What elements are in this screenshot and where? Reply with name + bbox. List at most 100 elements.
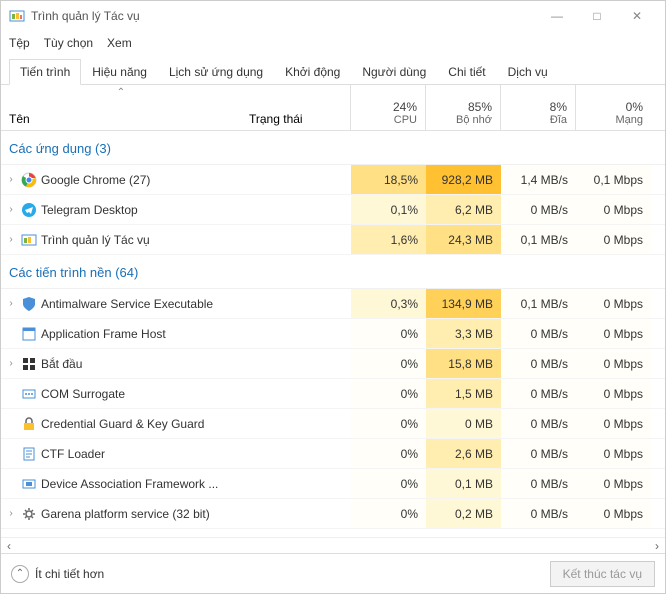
column-disk[interactable]: 8% Đĩa xyxy=(501,85,576,130)
expander-icon[interactable]: › xyxy=(5,204,17,215)
memory-cell: 3,3 MB xyxy=(426,319,501,348)
disk-cell: 0 MB/s xyxy=(501,499,576,528)
scroll-right-icon[interactable]: › xyxy=(655,539,659,553)
memory-cell: 15,8 MB xyxy=(426,349,501,378)
disk-cell: 0 MB/s xyxy=(501,439,576,468)
disk-cell: 1,4 MB/s xyxy=(501,165,576,194)
expander-icon[interactable]: › xyxy=(5,298,17,309)
process-row[interactable]: ›Telegram Desktop0,1%6,2 MB0 MB/s0 Mbps xyxy=(1,195,665,225)
close-button[interactable]: ✕ xyxy=(617,2,657,30)
process-name-cell: COM Surrogate xyxy=(1,386,241,402)
column-status-label: Trạng thái xyxy=(249,112,303,126)
process-row[interactable]: ›Bắt đầu0%15,8 MB0 MB/s0 Mbps xyxy=(1,349,665,379)
horizontal-scrollbar[interactable]: ‹ › xyxy=(1,537,665,553)
disk-cell: 0 MB/s xyxy=(501,195,576,224)
process-name: COM Surrogate xyxy=(41,387,241,401)
disk-cell: 0 MB/s xyxy=(501,409,576,438)
gear-icon xyxy=(21,506,37,522)
process-name-cell: ›Telegram Desktop xyxy=(1,202,241,218)
network-cell: 0 Mbps xyxy=(576,499,651,528)
process-name-cell: Credential Guard & Key Guard xyxy=(1,416,241,432)
column-status[interactable]: Trạng thái xyxy=(241,85,351,130)
cpu-cell: 0,1% xyxy=(351,195,426,224)
device-icon xyxy=(21,476,37,492)
process-row[interactable]: ›Antimalware Service Executable0,3%134,9… xyxy=(1,289,665,319)
column-network[interactable]: 0% Mạng xyxy=(576,85,651,130)
column-cpu[interactable]: 24% CPU xyxy=(351,85,426,130)
disk-percent: 8% xyxy=(550,100,567,114)
column-name-label: Tên xyxy=(9,112,30,126)
network-cell: 0 Mbps xyxy=(576,319,651,348)
expander-icon[interactable]: › xyxy=(5,508,17,519)
minimize-button[interactable]: — xyxy=(537,2,577,30)
footer: ⌃ Ít chi tiết hơn Kết thúc tác vụ xyxy=(1,553,665,593)
chrome-icon xyxy=(21,172,37,188)
process-row[interactable]: ›Google Chrome (27)18,5%928,2 MB1,4 MB/s… xyxy=(1,165,665,195)
titlebar: Trình quản lý Tác vụ — □ ✕ xyxy=(1,1,665,31)
memory-label: Bộ nhớ xyxy=(456,114,492,126)
window-title: Trình quản lý Tác vụ xyxy=(31,9,537,23)
process-row[interactable]: Credential Guard & Key Guard0%0 MB0 MB/s… xyxy=(1,409,665,439)
group-header-background: Các tiến trình nền (64) xyxy=(1,255,665,289)
tab-startup[interactable]: Khởi động xyxy=(274,59,351,84)
process-name: Antimalware Service Executable xyxy=(41,297,241,311)
menu-options[interactable]: Tùy chọn xyxy=(44,36,93,50)
memory-cell: 2,6 MB xyxy=(426,439,501,468)
scroll-left-icon[interactable]: ‹ xyxy=(7,539,11,553)
network-cell: 0 Mbps xyxy=(576,439,651,468)
memory-cell: 1,5 MB xyxy=(426,379,501,408)
menu-view[interactable]: Xem xyxy=(107,36,132,50)
network-cell: 0 Mbps xyxy=(576,289,651,318)
process-row[interactable]: ›Garena platform service (32 bit)0%0,2 M… xyxy=(1,499,665,529)
maximize-button[interactable]: □ xyxy=(577,2,617,30)
process-name-cell: › Google Chrome (27) xyxy=(1,172,241,188)
fewer-details-toggle[interactable]: ⌃ Ít chi tiết hơn xyxy=(11,565,104,583)
group-header-apps: Các ứng dụng (3) xyxy=(1,131,665,165)
process-row[interactable]: Device Association Framework ...0%0,1 MB… xyxy=(1,469,665,499)
process-name: Garena platform service (32 bit) xyxy=(41,507,241,521)
process-name: Google Chrome (27) xyxy=(41,173,241,187)
expander-icon[interactable]: › xyxy=(5,234,17,245)
ctf-icon xyxy=(21,446,37,462)
tab-app-history[interactable]: Lịch sử ứng dụng xyxy=(158,59,274,84)
column-memory[interactable]: 85% Bộ nhớ xyxy=(426,85,501,130)
cpu-percent: 24% xyxy=(393,100,417,114)
telegram-icon xyxy=(21,202,37,218)
tab-processes[interactable]: Tiến trình xyxy=(9,59,81,85)
taskmgr-icon xyxy=(21,232,37,248)
process-name-cell: › Antimalware Service Executable xyxy=(1,296,241,312)
network-cell: 0,1 Mbps xyxy=(576,165,651,194)
tabbar: Tiến trình Hiệu năng Lịch sử ứng dụng Kh… xyxy=(1,55,665,85)
cpu-cell: 0% xyxy=(351,379,426,408)
window-controls: — □ ✕ xyxy=(537,2,657,30)
process-row[interactable]: COM Surrogate0%1,5 MB0 MB/s0 Mbps xyxy=(1,379,665,409)
column-name[interactable]: ⌃ Tên xyxy=(1,85,241,130)
sort-caret-icon: ⌃ xyxy=(117,87,125,98)
expander-icon[interactable]: › xyxy=(5,358,17,369)
expander-icon[interactable]: › xyxy=(5,174,17,185)
cred-icon xyxy=(21,416,37,432)
cpu-cell: 0% xyxy=(351,439,426,468)
end-task-button[interactable]: Kết thúc tác vụ xyxy=(550,561,655,587)
disk-cell: 0,1 MB/s xyxy=(501,289,576,318)
process-name-cell: ›Trình quản lý Tác vụ xyxy=(1,232,241,248)
network-cell: 0 Mbps xyxy=(576,225,651,254)
tab-details[interactable]: Chi tiết xyxy=(437,59,496,84)
tab-services[interactable]: Dịch vụ xyxy=(497,59,559,84)
tab-performance[interactable]: Hiệu năng xyxy=(81,59,158,84)
cpu-cell: 0% xyxy=(351,409,426,438)
process-row[interactable]: CTF Loader 0%2,6 MB0 MB/s0 Mbps xyxy=(1,439,665,469)
process-name: Credential Guard & Key Guard xyxy=(41,417,241,431)
disk-cell: 0 MB/s xyxy=(501,349,576,378)
process-row[interactable]: ›Trình quản lý Tác vụ1,6%24,3 MB0,1 MB/s… xyxy=(1,225,665,255)
memory-cell: 0,2 MB xyxy=(426,499,501,528)
menubar: Tệp Tùy chọn Xem xyxy=(1,31,665,55)
process-list[interactable]: Các ứng dụng (3)›Google Chrome (27)18,5%… xyxy=(1,131,665,537)
process-row[interactable]: Application Frame Host0%3,3 MB0 MB/s0 Mb… xyxy=(1,319,665,349)
cpu-cell: 1,6% xyxy=(351,225,426,254)
tab-users[interactable]: Người dùng xyxy=(351,59,437,84)
process-name: CTF Loader xyxy=(41,447,241,461)
process-name-cell: › Garena platform service (32 bit) xyxy=(1,506,241,522)
process-name: Bắt đầu xyxy=(41,357,241,371)
menu-file[interactable]: Tệp xyxy=(9,36,30,50)
